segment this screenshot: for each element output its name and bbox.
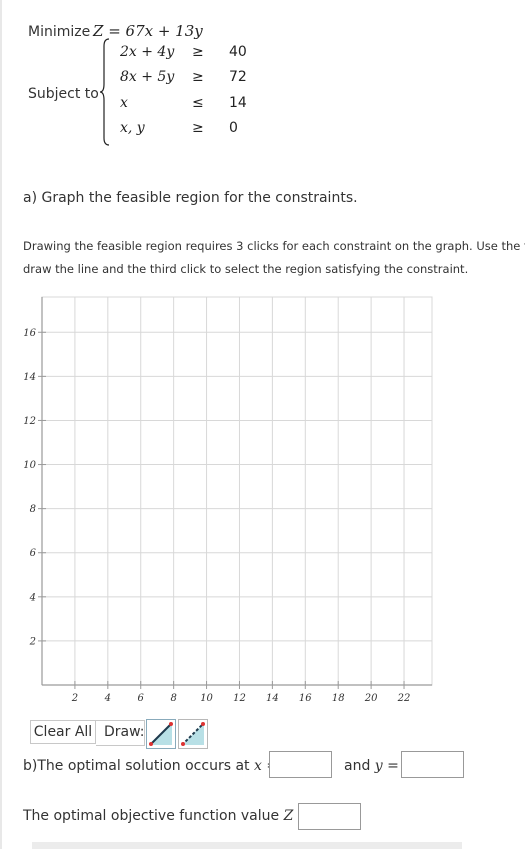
x-tick-label: 4: [104, 693, 111, 704]
bottom-scrollbar[interactable]: [32, 842, 462, 849]
part-b-text: b)The optimal solution occurs at: [23, 758, 250, 774]
objective-value-text: The optimal objective function value: [23, 808, 280, 824]
grid: [41, 296, 433, 686]
part-b-prompt: b)The optimal solution occurs at x =: [23, 758, 278, 774]
x-tick-label: 22: [397, 693, 411, 704]
draw-label: Draw:: [104, 724, 145, 740]
y-tick-label: 10: [23, 460, 36, 471]
y-tick-label: 16: [23, 328, 36, 339]
x-tick-label: 16: [299, 693, 312, 704]
y-value-input[interactable]: [401, 751, 464, 778]
plot-area[interactable]: [41, 296, 433, 686]
x-tick-label: 12: [233, 693, 246, 704]
y-equals-label: y =: [374, 758, 399, 774]
y-tick-label: 14: [23, 372, 36, 383]
x-tick-label: 14: [266, 693, 279, 704]
y-tick-label: 6: [30, 548, 37, 559]
x-tick-label: 8: [170, 693, 176, 704]
solid-line-tool-button[interactable]: [146, 719, 176, 749]
x-tick-label: 2: [71, 693, 78, 704]
x-tick-label: 20: [364, 693, 378, 704]
x-tick-label: 18: [332, 693, 345, 704]
x-axis-tick-labels: 2 4 6 8 10 12 14 16 18 20 22: [71, 693, 411, 704]
and-text: and: [344, 758, 371, 774]
clear-all-button[interactable]: Clear All: [30, 720, 96, 744]
x-tick-label: 6: [138, 693, 145, 704]
y-axis-tick-labels: 2 4 6 8 10 12 14 16: [23, 328, 36, 648]
x-value-input[interactable]: [269, 751, 332, 778]
solid-line-tool-icon: [149, 722, 173, 746]
objective-value-prompt: The optimal objective function value Z =: [23, 808, 310, 824]
dashed-line-tool-icon: [181, 722, 205, 746]
y-tick-label: 12: [23, 416, 36, 427]
y-tick-label: 2: [29, 636, 36, 647]
y-tick-label: 8: [30, 504, 36, 515]
z-value-input[interactable]: [298, 803, 361, 830]
dashed-line-tool-button[interactable]: [178, 719, 208, 749]
y-tick-label: 4: [29, 592, 36, 603]
x-tick-label: 10: [200, 693, 213, 704]
and-y-label: and y =: [344, 758, 399, 774]
